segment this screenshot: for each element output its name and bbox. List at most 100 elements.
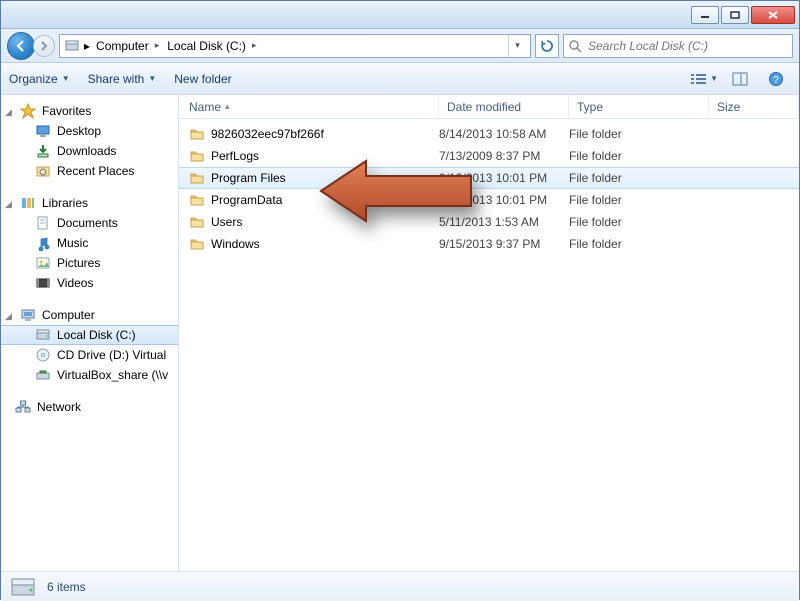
- back-button[interactable]: [7, 32, 35, 60]
- col-size[interactable]: Size: [709, 95, 799, 118]
- file-row[interactable]: Windows 9/15/2013 9:37 PMFile folder: [179, 233, 799, 255]
- sidebar-item-localdisk[interactable]: Local Disk (C:): [1, 325, 178, 345]
- file-row[interactable]: 9826032eec97bf266f8/14/2013 10:58 AMFile…: [179, 123, 799, 145]
- collapse-icon: ◢: [5, 107, 14, 116]
- file-type: File folder: [569, 193, 709, 207]
- refresh-button[interactable]: [535, 34, 559, 58]
- file-list: Name▴ Date modified Type Size 9826032eec…: [179, 95, 799, 571]
- arrow-right-icon: [39, 41, 49, 51]
- sidebar-computer-header[interactable]: ◢ Computer: [1, 305, 178, 325]
- folder-icon: [189, 126, 205, 142]
- col-name[interactable]: Name▴: [179, 95, 439, 118]
- preview-pane-button[interactable]: [725, 68, 755, 90]
- libraries-icon: [20, 195, 36, 211]
- downloads-icon: [35, 143, 51, 159]
- item-label: Local Disk (C:): [57, 328, 136, 342]
- col-type[interactable]: Type: [569, 95, 709, 118]
- item-label: Desktop: [57, 124, 101, 138]
- file-name: Users: [211, 215, 242, 229]
- file-type: File folder: [569, 215, 709, 229]
- refresh-icon: [540, 39, 554, 53]
- sidebar-libraries-header[interactable]: ◢ Libraries: [1, 193, 178, 213]
- minimize-button[interactable]: [691, 6, 719, 24]
- file-row[interactable]: Program Files9/12/2013 10:01 PMFile fold…: [179, 167, 799, 189]
- help-icon: ?: [768, 71, 784, 87]
- folder-icon: [189, 214, 205, 230]
- search-box[interactable]: [563, 34, 793, 58]
- item-label: VirtualBox_share (\\v: [57, 368, 168, 382]
- close-icon: [767, 10, 779, 20]
- search-input[interactable]: [586, 38, 788, 54]
- sidebar-network-label: Network: [37, 400, 81, 414]
- chevron-down-icon: ▼: [710, 74, 718, 83]
- file-name: PerfLogs: [211, 149, 259, 163]
- share-menu[interactable]: Share with▼: [88, 72, 157, 86]
- file-type: File folder: [569, 171, 709, 185]
- file-name: ProgramData: [211, 193, 282, 207]
- sidebar-item-downloads[interactable]: Downloads: [1, 141, 178, 161]
- collapse-icon: ◢: [5, 199, 14, 208]
- network-drive-icon: [35, 367, 51, 383]
- file-date: 9/15/2013 9:37 PM: [439, 237, 569, 251]
- star-icon: [20, 103, 36, 119]
- address-row: ▸ Computer▸ Local Disk (C:)▸ ▾: [1, 29, 799, 63]
- help-button[interactable]: ?: [761, 68, 791, 90]
- sidebar-item-videos[interactable]: Videos: [1, 273, 178, 293]
- arrow-left-icon: [14, 39, 28, 53]
- item-label: Music: [57, 236, 88, 250]
- file-date: 9/12/2013 10:01 PM: [439, 171, 569, 185]
- file-type: File folder: [569, 237, 709, 251]
- folder-icon: [189, 192, 205, 208]
- address-bar[interactable]: ▸ Computer▸ Local Disk (C:)▸ ▾: [59, 34, 531, 58]
- close-button[interactable]: [751, 6, 795, 24]
- maximize-button[interactable]: [721, 6, 749, 24]
- sidebar-network-header[interactable]: Network: [1, 397, 178, 417]
- file-row[interactable]: Users 5/11/2013 1:53 AMFile folder: [179, 211, 799, 233]
- col-date[interactable]: Date modified: [439, 95, 569, 118]
- sidebar-favorites-header[interactable]: ◢ Favorites: [1, 101, 178, 121]
- file-type: File folder: [569, 149, 709, 163]
- breadcrumb-computer[interactable]: Computer▸: [94, 39, 161, 53]
- file-name: Windows: [211, 237, 260, 251]
- drive-icon: [64, 38, 80, 54]
- view-options-button[interactable]: ▼: [689, 68, 719, 90]
- item-label: Documents: [57, 216, 118, 230]
- file-name: 9826032eec97bf266f: [211, 127, 324, 141]
- item-label: Videos: [57, 276, 93, 290]
- chevron-right-icon: ▸: [84, 39, 90, 53]
- chevron-down-icon: ▼: [148, 74, 156, 83]
- breadcrumb-localdisk[interactable]: Local Disk (C:)▸: [165, 39, 258, 53]
- folder-icon: [189, 170, 205, 186]
- file-date: 8/14/2013 10:58 AM: [439, 127, 569, 141]
- file-row[interactable]: ProgramData 9/12/2013 10:01 PMFile folder: [179, 189, 799, 211]
- status-count: 6 items: [47, 580, 86, 594]
- sidebar-item-documents[interactable]: Documents: [1, 213, 178, 233]
- documents-icon: [35, 215, 51, 231]
- sidebar-item-pictures[interactable]: Pictures: [1, 253, 178, 273]
- file-rows: 9826032eec97bf266f8/14/2013 10:58 AMFile…: [179, 119, 799, 255]
- sort-asc-icon: ▴: [225, 101, 230, 112]
- sidebar-item-vboxshare[interactable]: VirtualBox_share (\\v: [1, 365, 178, 385]
- sidebar-item-desktop[interactable]: Desktop: [1, 121, 178, 141]
- new-folder-button[interactable]: New folder: [174, 72, 231, 86]
- folder-icon: [189, 236, 205, 252]
- file-date: 5/11/2013 1:53 AM: [439, 215, 569, 229]
- minimize-icon: [700, 11, 710, 19]
- videos-icon: [35, 275, 51, 291]
- sidebar-favorites-label: Favorites: [42, 104, 91, 118]
- file-row[interactable]: PerfLogs7/13/2009 8:37 PMFile folder: [179, 145, 799, 167]
- organize-menu[interactable]: Organize▼: [9, 72, 70, 86]
- forward-button[interactable]: [33, 35, 55, 57]
- cd-icon: [35, 347, 51, 363]
- sidebar-item-cddrive[interactable]: CD Drive (D:) Virtual: [1, 345, 178, 365]
- status-bar: 6 items: [1, 571, 799, 601]
- file-date: 9/12/2013 10:01 PM: [439, 193, 569, 207]
- sidebar-item-music[interactable]: Music: [1, 233, 178, 253]
- item-label: Pictures: [57, 256, 100, 270]
- navigation-pane: ◢ Favorites Desktop Downloads Recent Pla…: [1, 95, 179, 571]
- nav-buttons: [7, 32, 55, 60]
- sidebar-item-recent[interactable]: Recent Places: [1, 161, 178, 181]
- item-label: Recent Places: [57, 164, 134, 178]
- address-dropdown[interactable]: ▾: [508, 35, 526, 57]
- network-icon: [15, 399, 31, 415]
